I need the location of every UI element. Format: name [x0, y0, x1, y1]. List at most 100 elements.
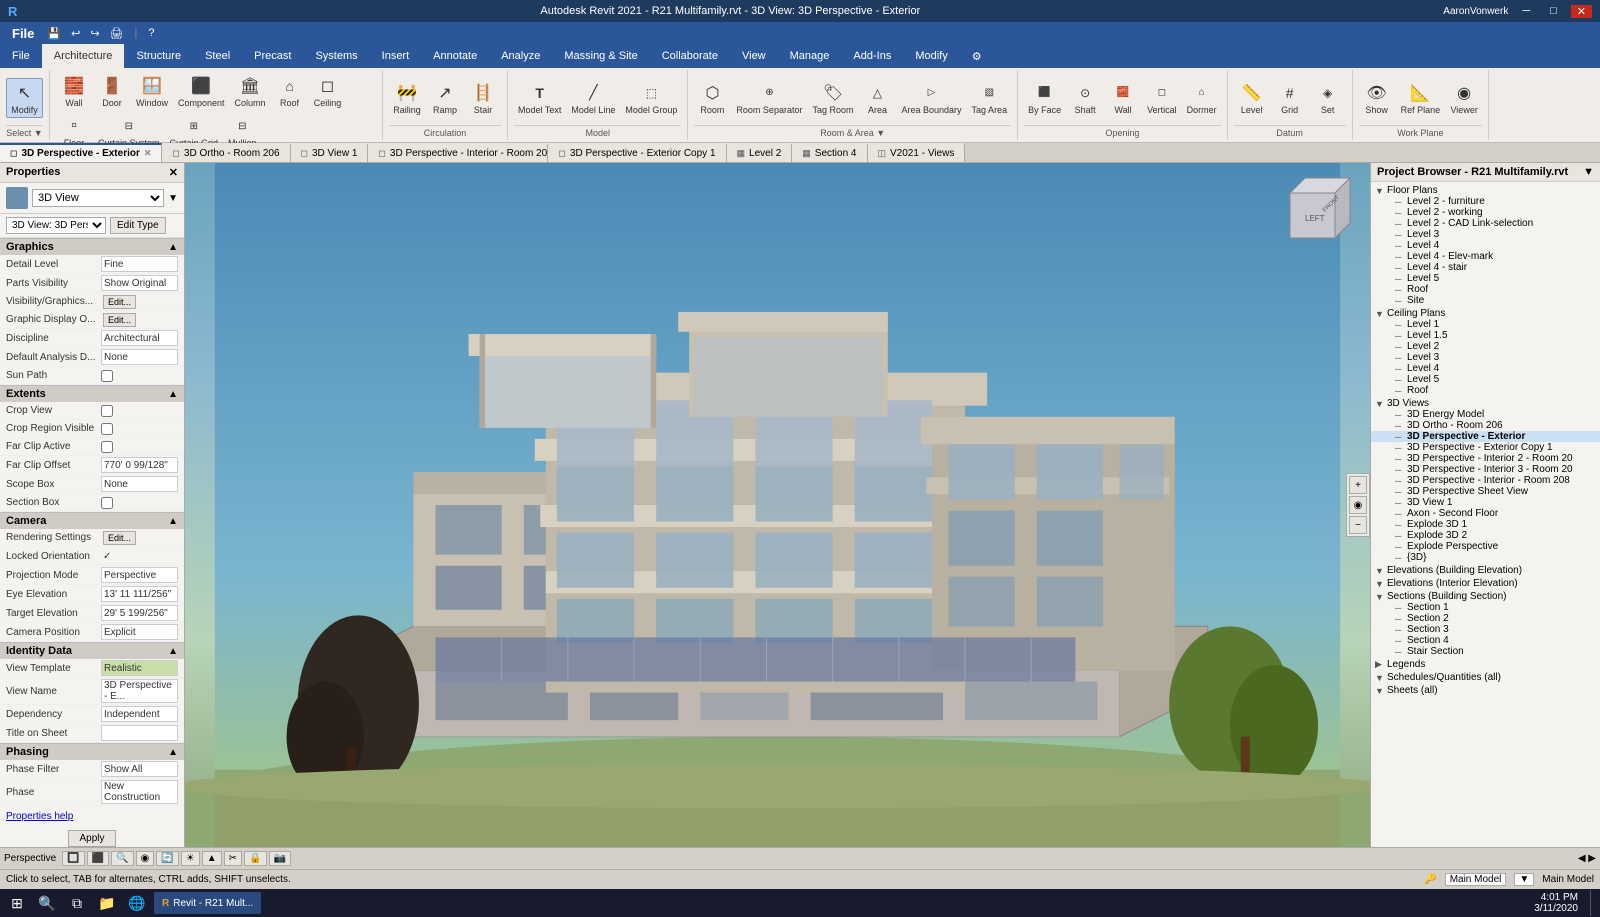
- ribbon-btn-show[interactable]: 👁Show: [1359, 79, 1395, 117]
- tree-level4-elevmark[interactable]: ─ Level 4 - Elev-mark: [1371, 251, 1600, 262]
- 3d-viewport[interactable]: LEFT FRONT + ◉ −: [185, 163, 1370, 847]
- tree-sections-building-row[interactable]: ▼ Sections (Building Section): [1371, 591, 1600, 602]
- tree-level5[interactable]: ─ Level 5: [1371, 273, 1600, 284]
- tab-steel[interactable]: Steel: [193, 44, 242, 68]
- view-ctrl-shaded[interactable]: 🔍: [111, 851, 133, 866]
- view-ctrl-crop[interactable]: ✂: [224, 851, 242, 866]
- tab-addins[interactable]: Add-Ins: [841, 44, 903, 68]
- phase-value[interactable]: New Construction: [101, 780, 178, 804]
- tab-3d-view1[interactable]: ◻ 3D View 1: [291, 143, 369, 162]
- default-analysis-value[interactable]: None: [101, 349, 178, 365]
- projection-mode-value[interactable]: Perspective: [101, 567, 178, 583]
- ribbon-btn-dormer[interactable]: ⌂Dormer: [1183, 79, 1221, 117]
- tab-systems[interactable]: Systems: [303, 44, 369, 68]
- extents-section-header[interactable]: Extents ▲: [0, 385, 184, 402]
- graphics-section-header[interactable]: Graphics ▲: [0, 238, 184, 255]
- rendering-settings-btn[interactable]: Edit...: [103, 531, 136, 545]
- tree-level4[interactable]: ─ Level 4: [1371, 240, 1600, 251]
- task-view-button[interactable]: ⧉: [64, 890, 90, 916]
- tab-massing[interactable]: Massing & Site: [552, 44, 649, 68]
- view-ctrl-locked[interactable]: 🔒: [244, 851, 266, 866]
- ribbon-btn-ceiling[interactable]: ◻Ceiling: [310, 72, 346, 110]
- camera-section-header[interactable]: Camera ▲: [0, 512, 184, 529]
- nav-zoom-fit-btn[interactable]: ◉: [1349, 496, 1367, 514]
- tab-insert[interactable]: Insert: [370, 44, 422, 68]
- discipline-value[interactable]: Architectural: [101, 330, 178, 346]
- tab-view[interactable]: View: [730, 44, 778, 68]
- tab-file[interactable]: File: [0, 44, 42, 68]
- ribbon-btn-roof[interactable]: ⌂Roof: [272, 72, 308, 110]
- tree-sheets-row[interactable]: ▼ Sheets (all): [1371, 685, 1600, 696]
- active-workset[interactable]: Main Model: [1445, 873, 1507, 886]
- eye-elevation-value[interactable]: 13' 11 111/256": [101, 586, 178, 602]
- ribbon-btn-stair[interactable]: 🪜Stair: [465, 79, 501, 117]
- view-ctrl-wireframe[interactable]: 🔲: [62, 851, 84, 866]
- ribbon-btn-component[interactable]: ⬛Component: [174, 72, 229, 110]
- ribbon-btn-ref-plane-wp[interactable]: 📐Ref Plane: [1397, 79, 1445, 117]
- tab-level2[interactable]: ▦ Level 2: [727, 143, 793, 162]
- view-ctrl-hidden[interactable]: ⬛: [87, 851, 109, 866]
- sun-path-checkbox[interactable]: [101, 370, 113, 382]
- parts-vis-value[interactable]: Show Original: [101, 275, 178, 291]
- view-ctrl-realistic[interactable]: ◉: [136, 851, 155, 866]
- ribbon-btn-model-group[interactable]: ⬚Model Group: [621, 79, 681, 117]
- phasing-section-header[interactable]: Phasing ▲: [0, 743, 184, 760]
- tab-modify[interactable]: Modify: [903, 44, 959, 68]
- edit-type-button[interactable]: Edit Type: [110, 217, 166, 234]
- tab-options[interactable]: ⚙: [960, 44, 994, 68]
- view-ctrl-render[interactable]: 🔄: [156, 851, 178, 866]
- ribbon-btn-tag-room[interactable]: 🏷Tag Room: [808, 79, 857, 117]
- ribbon-btn-wall-opening[interactable]: 🧱Wall: [1105, 79, 1141, 117]
- navigation-bar[interactable]: + ◉ −: [1346, 473, 1370, 537]
- ribbon-btn-wall[interactable]: 🧱Wall: [56, 72, 92, 110]
- identity-section-header[interactable]: Identity Data ▲: [0, 642, 184, 659]
- ribbon-btn-level[interactable]: 📏Level: [1234, 79, 1270, 117]
- ribbon-btn-ramp[interactable]: ↗Ramp: [427, 79, 463, 117]
- file-explorer-btn[interactable]: 📁: [94, 890, 120, 916]
- tab-close-btn[interactable]: ✕: [144, 148, 152, 159]
- tree-legends-row[interactable]: ▶ Legends: [1371, 659, 1600, 670]
- tree-schedules-row[interactable]: ▼ Schedules/Quantities (all): [1371, 672, 1600, 683]
- view-ctrl-camera[interactable]: 📷: [269, 851, 291, 866]
- view-arrow-icon[interactable]: ▼: [168, 193, 178, 204]
- vis-graphics-edit-btn[interactable]: Edit...: [103, 295, 136, 309]
- tree-floor-plans-row[interactable]: ▼ Floor Plans: [1371, 185, 1600, 196]
- view-type-dropdown[interactable]: 3D View: [32, 189, 164, 207]
- tree-level2-cad[interactable]: ─ Level 2 - CAD Link-selection: [1371, 218, 1600, 229]
- qat-save-btn[interactable]: 💾: [44, 27, 64, 40]
- viewport-container[interactable]: LEFT FRONT + ◉ −: [185, 163, 1370, 847]
- tab-manage[interactable]: Manage: [778, 44, 842, 68]
- camera-position-value[interactable]: Explicit: [101, 624, 178, 640]
- type-dropdown[interactable]: 3D View: 3D Perspective: [6, 217, 106, 234]
- ribbon-btn-window[interactable]: 🪟Window: [132, 72, 172, 110]
- dependency-value[interactable]: Independent: [101, 706, 178, 722]
- far-clip-offset-value[interactable]: 770' 0 99/128": [101, 457, 178, 473]
- tree-level2-furniture[interactable]: ─ Level 2 - furniture: [1371, 196, 1600, 207]
- tab-analyze[interactable]: Analyze: [489, 44, 552, 68]
- app-menu-btn[interactable]: File: [6, 25, 40, 42]
- ribbon-btn-room[interactable]: ⬡Room: [694, 79, 730, 117]
- target-elevation-value[interactable]: 29' 5 199/256": [101, 605, 178, 621]
- tab-annotate[interactable]: Annotate: [421, 44, 489, 68]
- graphic-display-edit-btn[interactable]: Edit...: [103, 313, 136, 327]
- ribbon-btn-model-line[interactable]: ╱Model Line: [567, 79, 619, 117]
- ribbon-btn-shaft[interactable]: ⊙Shaft: [1067, 79, 1103, 117]
- view-cube[interactable]: LEFT FRONT: [1270, 173, 1355, 258]
- tab-structure[interactable]: Structure: [124, 44, 193, 68]
- scope-box-value[interactable]: None: [101, 476, 178, 492]
- minimize-btn[interactable]: ─: [1516, 5, 1536, 17]
- ribbon-btn-railing[interactable]: 🚧Railing: [389, 79, 425, 117]
- tab-v2021-views[interactable]: ◫ V2021 - Views: [868, 143, 966, 162]
- view-template-value[interactable]: Realistic: [101, 660, 178, 676]
- ribbon-btn-modify[interactable]: ↖ Modify: [6, 78, 43, 118]
- ribbon-btn-grid[interactable]: #Grid: [1272, 79, 1308, 117]
- apply-button[interactable]: Apply: [68, 830, 115, 847]
- edge-btn[interactable]: 🌐: [124, 890, 150, 916]
- tree-level4-stair[interactable]: ─ Level 4 - stair: [1371, 262, 1600, 273]
- ribbon-btn-viewer[interactable]: ◉Viewer: [1446, 79, 1482, 117]
- tree-roof[interactable]: ─ Roof: [1371, 284, 1600, 295]
- title-on-sheet-value[interactable]: [101, 725, 178, 741]
- ribbon-btn-area[interactable]: △Area: [860, 79, 896, 117]
- detail-level-value[interactable]: Fine: [101, 256, 178, 272]
- nav-zoom-in-btn[interactable]: +: [1349, 476, 1367, 494]
